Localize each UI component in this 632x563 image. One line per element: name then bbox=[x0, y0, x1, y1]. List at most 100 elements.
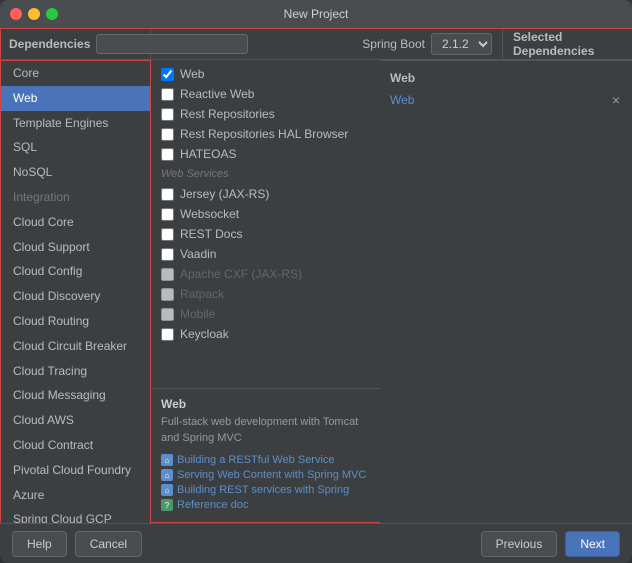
category-item-cloud-aws[interactable]: Cloud AWS bbox=[1, 408, 150, 433]
bottom-right-buttons: Previous Next bbox=[481, 531, 620, 557]
help-button[interactable]: Help bbox=[12, 531, 67, 557]
dep-item-vaadin[interactable]: Vaadin bbox=[151, 244, 380, 264]
dep-checkbox-mobile[interactable] bbox=[161, 308, 174, 321]
selected-list: Web× bbox=[390, 91, 622, 109]
top-bar: Dependencies Spring Boot 2.1.2 2.0.8 2.2… bbox=[0, 28, 632, 60]
dep-checkbox-vaadin[interactable] bbox=[161, 248, 174, 261]
dep-label-mobile: Mobile bbox=[180, 307, 215, 321]
dep-checkbox-reactive-web[interactable] bbox=[161, 88, 174, 101]
traffic-lights bbox=[10, 8, 58, 20]
title-bar: New Project bbox=[0, 0, 632, 28]
link-icon: ⌂ bbox=[161, 469, 173, 481]
dep-checkbox-jersey[interactable] bbox=[161, 188, 174, 201]
dep-item-ratpack[interactable]: Ratpack bbox=[151, 284, 380, 304]
dep-item-keycloak[interactable]: Keycloak bbox=[151, 324, 380, 344]
minimize-button[interactable] bbox=[28, 8, 40, 20]
dependency-list: Web Reactive Web Rest Repositories Rest Rep… bbox=[151, 60, 380, 388]
dep-item-mobile[interactable]: Mobile bbox=[151, 304, 380, 324]
category-item-sql[interactable]: SQL bbox=[1, 135, 150, 160]
dep-label-keycloak: Keycloak bbox=[180, 327, 229, 341]
spring-boot-selector: Spring Boot 2.1.2 2.0.8 2.2.0 bbox=[151, 33, 502, 55]
window-title: New Project bbox=[284, 7, 349, 21]
previous-button[interactable]: Previous bbox=[481, 531, 558, 557]
panel-area: CoreWebTemplate EnginesSQLNoSQLIntegrati… bbox=[0, 60, 632, 523]
dep-label-rest-repositories: Rest Repositories bbox=[180, 107, 275, 121]
category-item-cloud-tracing[interactable]: Cloud Tracing bbox=[1, 359, 150, 384]
category-item-web[interactable]: Web bbox=[1, 86, 150, 111]
deps-label: Dependencies bbox=[9, 37, 90, 51]
dep-link-link-ref-doc[interactable]: ? Reference doc bbox=[161, 499, 370, 511]
dep-checkbox-rest-docs[interactable] bbox=[161, 228, 174, 241]
dep-links: ⌂Building a RESTful Web Service ⌂Serving … bbox=[161, 454, 370, 511]
category-item-integration[interactable]: Integration bbox=[1, 185, 150, 210]
doc-icon: ? bbox=[161, 499, 173, 511]
dep-label-apache-cxf: Apache CXF (JAX-RS) bbox=[180, 267, 302, 281]
dep-item-web[interactable]: Web bbox=[151, 64, 380, 84]
dep-label-rest-docs: REST Docs bbox=[180, 227, 242, 241]
dep-item-reactive-web[interactable]: Reactive Web bbox=[151, 84, 380, 104]
dependency-panel: Web Reactive Web Rest Repositories Rest Rep… bbox=[150, 60, 380, 523]
dep-checkbox-websocket[interactable] bbox=[161, 208, 174, 221]
selected-deps-panel: Selected Dependencies Web Web× bbox=[380, 60, 632, 523]
dep-checkbox-ratpack[interactable] bbox=[161, 288, 174, 301]
dep-label-hateoas: HATEOAS bbox=[180, 147, 236, 161]
dep-item-rest-docs[interactable]: REST Docs bbox=[151, 224, 380, 244]
category-item-cloud-config[interactable]: Cloud Config bbox=[1, 259, 150, 284]
category-panel: CoreWebTemplate EnginesSQLNoSQLIntegrati… bbox=[0, 60, 150, 523]
selected-web-group: Web Web× bbox=[390, 71, 622, 109]
cancel-button[interactable]: Cancel bbox=[75, 531, 142, 557]
dep-label-jersey: Jersey (JAX-RS) bbox=[180, 187, 269, 201]
dep-desc-body: Full-stack web development with Tomcat a… bbox=[161, 415, 370, 446]
dep-item-websocket[interactable]: Websocket bbox=[151, 204, 380, 224]
dep-link-link-restful[interactable]: ⌂Building a RESTful Web Service bbox=[161, 454, 370, 466]
category-item-cloud-core[interactable]: Cloud Core bbox=[1, 210, 150, 235]
dep-checkbox-apache-cxf[interactable] bbox=[161, 268, 174, 281]
link-icon: ⌂ bbox=[161, 484, 173, 496]
category-item-cloud-discovery[interactable]: Cloud Discovery bbox=[1, 284, 150, 309]
dep-checkbox-rest-repositories-hal[interactable] bbox=[161, 128, 174, 141]
dep-label-vaadin: Vaadin bbox=[180, 247, 216, 261]
category-item-pivotal-cloud-foundry[interactable]: Pivotal Cloud Foundry bbox=[1, 458, 150, 483]
dep-checkbox-hateoas[interactable] bbox=[161, 148, 174, 161]
category-item-cloud-contract[interactable]: Cloud Contract bbox=[1, 433, 150, 458]
link-label-link-ref-doc: Reference doc bbox=[177, 499, 249, 511]
category-item-template-engines[interactable]: Template Engines bbox=[1, 111, 150, 136]
dep-item-jersey[interactable]: Jersey (JAX-RS) bbox=[151, 184, 380, 204]
dep-description: Web Full-stack web development with Tomc… bbox=[151, 388, 380, 522]
maximize-button[interactable] bbox=[46, 8, 58, 20]
dep-item-rest-repositories-hal[interactable]: Rest Repositories HAL Browser bbox=[151, 124, 380, 144]
selected-deps-label: Selected Dependencies bbox=[513, 30, 622, 58]
category-item-azure[interactable]: Azure bbox=[1, 483, 150, 508]
selected-deps-header: Selected Dependencies bbox=[502, 29, 632, 59]
selected-dep-selected-web: Web× bbox=[390, 91, 622, 109]
dep-item-hateoas[interactable]: HATEOAS bbox=[151, 144, 380, 164]
dep-label-ratpack: Ratpack bbox=[180, 287, 224, 301]
dep-label-web: Web bbox=[180, 67, 204, 81]
remove-dep-button-selected-web[interactable]: × bbox=[610, 93, 622, 107]
selected-group-web-label: Web bbox=[390, 71, 622, 85]
dep-section-title-web-services-title: Web Services bbox=[151, 164, 380, 184]
dep-label-websocket: Websocket bbox=[180, 207, 239, 221]
category-item-cloud-messaging[interactable]: Cloud Messaging bbox=[1, 383, 150, 408]
category-item-core[interactable]: Core bbox=[1, 61, 150, 86]
dep-link-link-serving[interactable]: ⌂Serving Web Content with Spring MVC bbox=[161, 469, 370, 481]
category-item-cloud-support[interactable]: Cloud Support bbox=[1, 235, 150, 260]
spring-boot-version-select[interactable]: 2.1.2 2.0.8 2.2.0 bbox=[431, 33, 492, 55]
window: New Project Dependencies Spring Boot 2.1… bbox=[0, 0, 632, 563]
category-item-nosql[interactable]: NoSQL bbox=[1, 160, 150, 185]
dep-checkbox-keycloak[interactable] bbox=[161, 328, 174, 341]
dep-checkbox-rest-repositories[interactable] bbox=[161, 108, 174, 121]
dep-item-rest-repositories[interactable]: Rest Repositories bbox=[151, 104, 380, 124]
close-button[interactable] bbox=[10, 8, 22, 20]
category-item-spring-cloud-gcp[interactable]: Spring Cloud GCP bbox=[1, 507, 150, 523]
category-item-cloud-routing[interactable]: Cloud Routing bbox=[1, 309, 150, 334]
dep-desc-title: Web bbox=[161, 397, 370, 411]
category-item-cloud-circuit-breaker[interactable]: Cloud Circuit Breaker bbox=[1, 334, 150, 359]
dep-checkbox-web[interactable] bbox=[161, 68, 174, 81]
dep-label-rest-repositories-hal: Rest Repositories HAL Browser bbox=[180, 127, 348, 141]
category-list: CoreWebTemplate EnginesSQLNoSQLIntegrati… bbox=[1, 61, 150, 523]
dep-item-apache-cxf[interactable]: Apache CXF (JAX-RS) bbox=[151, 264, 380, 284]
link-label-link-building-rest: Building REST services with Spring bbox=[177, 484, 349, 496]
dep-link-link-building-rest[interactable]: ⌂ Building REST services with Spring bbox=[161, 484, 370, 496]
next-button[interactable]: Next bbox=[565, 531, 620, 557]
